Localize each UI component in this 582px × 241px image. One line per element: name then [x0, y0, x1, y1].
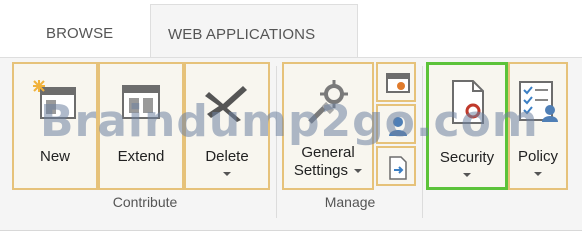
new-label: New — [39, 148, 70, 165]
general-settings-dropdown-arrow — [354, 169, 363, 174]
ribbon-tab-bar: BROWSE WEB APPLICATIONS — [0, 0, 582, 58]
security-label: Security — [439, 149, 495, 166]
delete-dropdown-arrow — [223, 172, 231, 176]
bottom-strip — [0, 232, 582, 241]
group-label-contribute: Contribute — [112, 194, 178, 210]
general-settings-text: Settings — [293, 162, 349, 179]
extend-label: Extend — [117, 148, 165, 165]
watermark: Braindump2go.com — [40, 96, 539, 147]
delete-label: Delete — [205, 148, 249, 165]
service-connections-icon — [386, 73, 410, 93]
policy-label: Policy — [517, 148, 558, 165]
tab-browse[interactable]: BROWSE — [46, 25, 113, 42]
ribbon: New Extend Delete Contribute General Set… — [0, 57, 582, 231]
tab-web-applications-label: WEB APPLICATIONS — [168, 26, 316, 43]
general-settings-label-line2: Settings — [284, 162, 372, 180]
self-service-site-icon — [389, 156, 407, 180]
group-label-manage: Manage — [324, 194, 376, 210]
self-service-button[interactable] — [376, 146, 416, 186]
policy-dropdown-arrow — [534, 172, 542, 176]
tab-web-applications[interactable]: WEB APPLICATIONS — [150, 4, 358, 58]
security-dropdown-arrow — [463, 173, 471, 177]
